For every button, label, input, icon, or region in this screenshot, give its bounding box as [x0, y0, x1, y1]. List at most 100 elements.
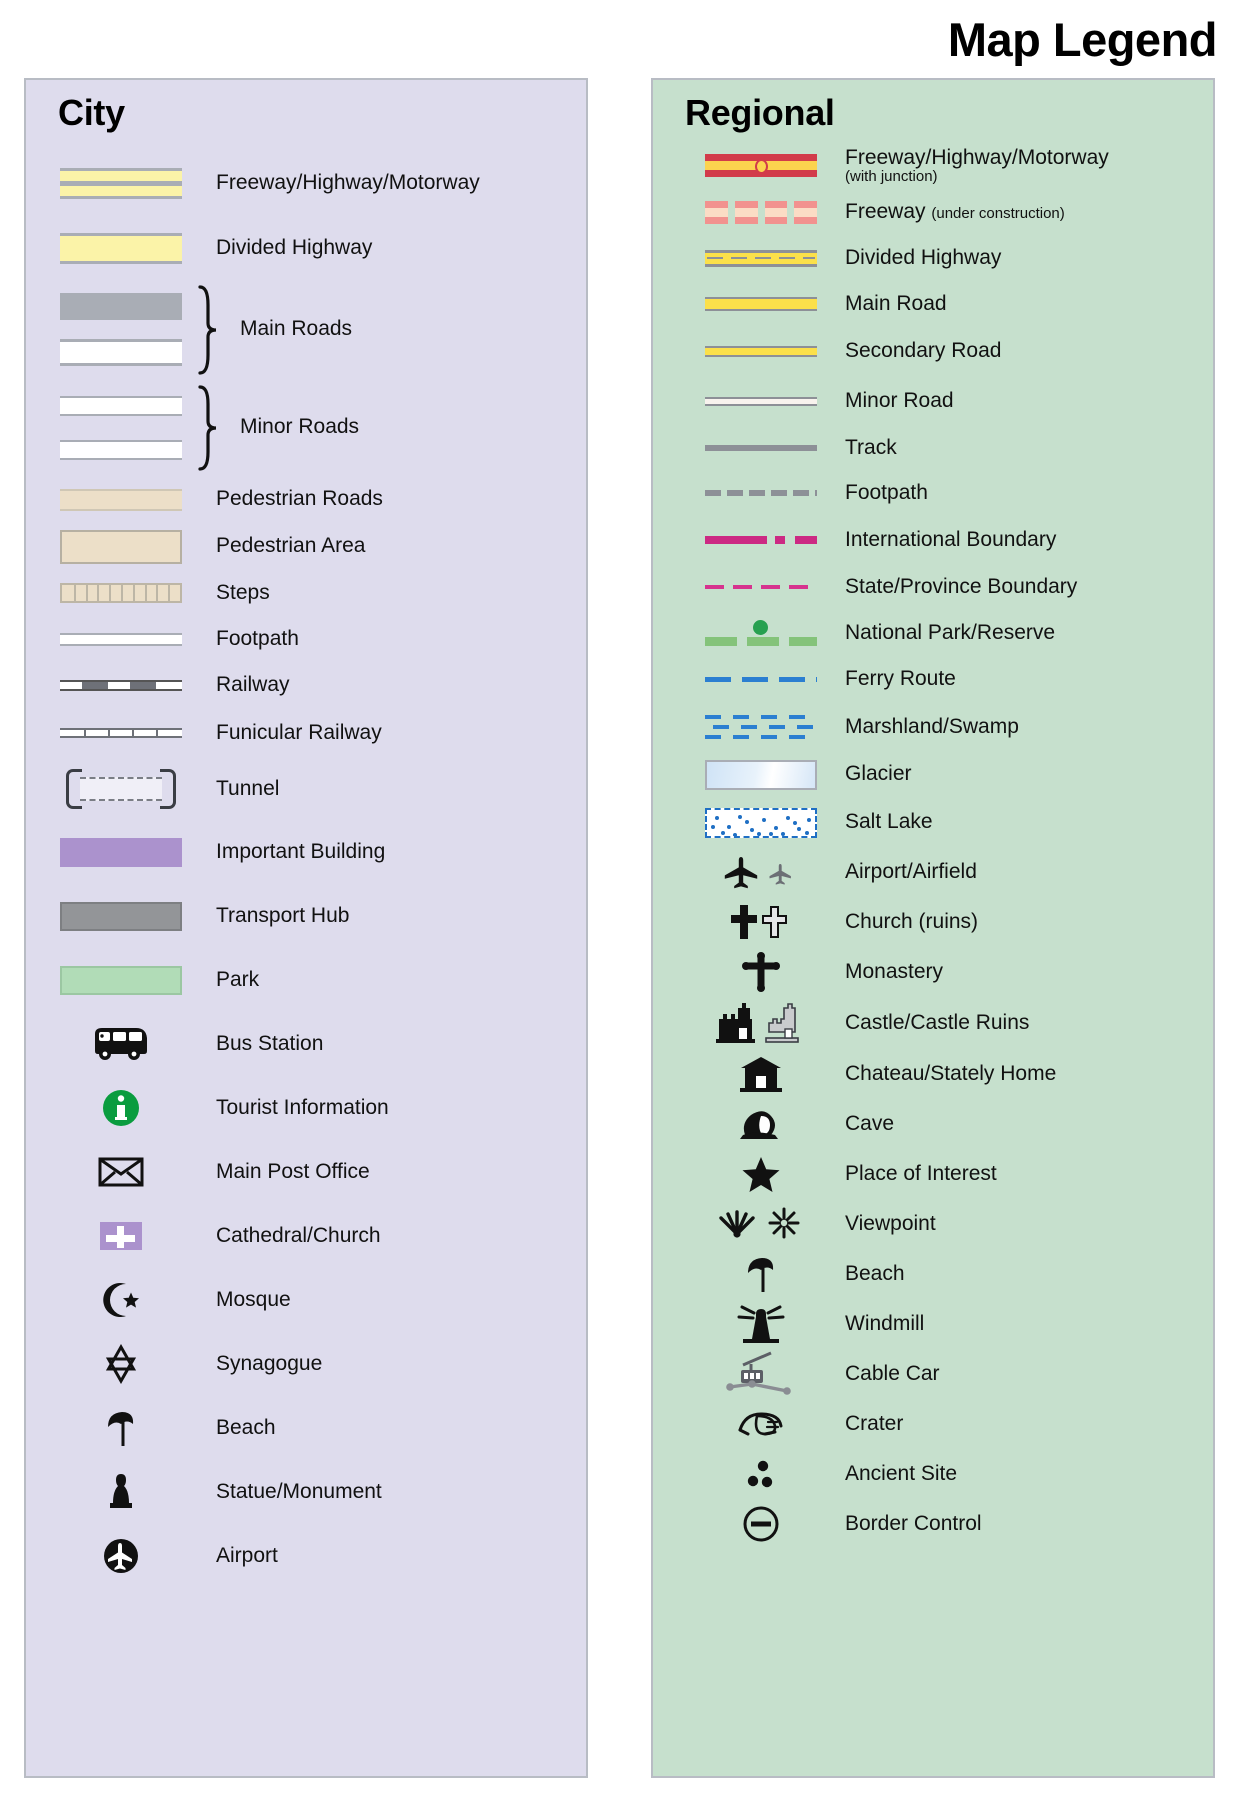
legend-row[interactable]: Important Building — [26, 820, 586, 884]
legend-label: Castle/Castle Ruins — [845, 1010, 1030, 1034]
legend-row[interactable]: Castle/Castle Ruins — [653, 997, 1213, 1049]
legend-label: Cable Car — [845, 1361, 940, 1385]
legend-label: Pedestrian Area — [216, 534, 366, 558]
city-pedestrian-road-symbol — [46, 488, 196, 511]
legend-row[interactable]: Footpath — [26, 616, 586, 662]
city-legend-panel: City Freeway/Highway/Motorway Divided Hi… — [24, 78, 588, 1778]
legend-label-text: Freeway — [845, 199, 926, 223]
legend-label: Transport Hub — [216, 903, 350, 927]
city-transport-hub-symbol — [46, 901, 196, 931]
legend-row[interactable]: Windmill — [653, 1299, 1213, 1349]
legend-row[interactable]: Salt Lake — [653, 798, 1213, 847]
legend-row[interactable]: Ferry Route — [653, 656, 1213, 703]
city-pedestrian-area-symbol — [46, 529, 196, 564]
legend-row[interactable]: Minor Roads — [26, 379, 586, 476]
legend-row[interactable]: Mosque — [26, 1268, 586, 1332]
legend-row[interactable]: Freeway (under construction) — [653, 189, 1213, 235]
legend-label: State/Province Boundary — [845, 574, 1078, 598]
legend-row[interactable]: Cave — [653, 1099, 1213, 1149]
city-important-building-symbol — [46, 837, 196, 867]
legend-label: Freeway (under construction) — [845, 199, 1065, 223]
crescent-star-icon — [46, 1280, 196, 1320]
map-legend-page: Map Legend City Freeway/Highway/Motorway… — [0, 0, 1235, 1800]
legend-row[interactable]: Minor Road — [653, 376, 1213, 426]
legend-row[interactable]: Pedestrian Area — [26, 523, 586, 570]
legend-label: Divided Highway — [845, 245, 1002, 269]
cross-pair-icon — [691, 902, 831, 942]
legend-row[interactable]: Secondary Road — [653, 327, 1213, 376]
legend-label: Viewpoint — [845, 1211, 936, 1235]
legend-row[interactable]: Railway — [26, 662, 586, 708]
bus-icon — [46, 1026, 196, 1062]
legend-row[interactable]: Glacier — [653, 751, 1213, 798]
legend-label: Chateau/Stately Home — [845, 1061, 1057, 1085]
legend-row[interactable]: National Park/Reserve — [653, 610, 1213, 656]
regional-salt-lake-symbol — [691, 807, 831, 838]
legend-row[interactable]: Tunnel — [26, 758, 586, 820]
beach-umbrella-icon — [691, 1254, 831, 1294]
legend-row[interactable]: Synagogue — [26, 1332, 586, 1396]
legend-label: Crater — [845, 1411, 904, 1435]
cable-car-icon — [691, 1351, 831, 1397]
legend-label: Tunnel — [216, 776, 280, 800]
legend-label: Border Control — [845, 1511, 982, 1535]
legend-row[interactable]: Cable Car — [653, 1349, 1213, 1399]
legend-row[interactable]: Main Roads — [26, 280, 586, 379]
legend-label: Main Post Office — [216, 1159, 370, 1183]
legend-label: Church (ruins) — [845, 909, 979, 933]
legend-row[interactable]: Main Post Office — [26, 1140, 586, 1204]
legend-row[interactable]: Tourist Information — [26, 1076, 586, 1140]
legend-row[interactable]: Freeway/Highway/Motorway — [26, 150, 586, 216]
legend-label: Steps — [216, 580, 270, 604]
city-main-roads-symbol — [46, 293, 196, 366]
legend-row[interactable]: Cathedral/Church — [26, 1204, 586, 1268]
legend-row[interactable]: Footpath — [653, 470, 1213, 516]
legend-label: Synagogue — [216, 1351, 323, 1375]
legend-row[interactable]: Church (ruins) — [653, 897, 1213, 947]
legend-label: Main Road — [845, 291, 947, 315]
legend-row[interactable]: Divided Highway — [26, 216, 586, 280]
legend-row[interactable]: Pedestrian Roads — [26, 476, 586, 523]
legend-label: Cathedral/Church — [216, 1223, 381, 1247]
legend-row[interactable]: Place of Interest — [653, 1149, 1213, 1199]
legend-row[interactable]: Bus Station — [26, 1012, 586, 1076]
legend-label: Railway — [216, 672, 290, 696]
legend-row[interactable]: International Boundary — [653, 516, 1213, 564]
legend-row[interactable]: State/Province Boundary — [653, 564, 1213, 610]
legend-row[interactable]: Beach — [26, 1396, 586, 1460]
regional-legend-panel: Regional Freeway/Highway/Motorway (with … — [651, 78, 1215, 1778]
legend-row[interactable]: Funicular Railway — [26, 708, 586, 758]
legend-row[interactable]: Chateau/Stately Home — [653, 1049, 1213, 1099]
legend-row[interactable]: Main Road — [653, 281, 1213, 327]
legend-row[interactable]: Divided Highway — [653, 235, 1213, 281]
ancient-site-icon — [691, 1457, 831, 1491]
legend-row[interactable]: Track — [653, 426, 1213, 470]
legend-row[interactable]: Freeway/Highway/Motorway (with junction) — [653, 142, 1213, 189]
legend-row[interactable]: Viewpoint — [653, 1199, 1213, 1249]
legend-row[interactable]: Border Control — [653, 1499, 1213, 1549]
regional-track-symbol — [691, 445, 831, 451]
legend-row[interactable]: Transport Hub — [26, 884, 586, 948]
page-title: Map Legend — [947, 13, 1218, 66]
brace-icon — [198, 379, 220, 476]
legend-row[interactable]: Park — [26, 948, 586, 1012]
legend-row[interactable]: Monastery — [653, 947, 1213, 997]
legend-row[interactable]: Beach — [653, 1249, 1213, 1299]
legend-row[interactable]: Ancient Site — [653, 1449, 1213, 1499]
legend-label: Footpath — [216, 626, 299, 650]
regional-state-boundary-symbol — [691, 585, 831, 589]
regional-panel-heading: Regional — [685, 92, 835, 133]
legend-label: Airport — [216, 1543, 278, 1567]
regional-secondary-road-symbol — [691, 346, 831, 357]
legend-row[interactable]: Airport/Airfield — [653, 847, 1213, 897]
legend-row[interactable]: Crater — [653, 1399, 1213, 1449]
regional-glacier-symbol — [691, 759, 831, 790]
legend-row[interactable]: Statue/Monument — [26, 1460, 586, 1524]
city-freeway-symbol — [46, 167, 196, 199]
legend-row[interactable]: Steps — [26, 570, 586, 616]
legend-row[interactable]: Airport — [26, 1524, 586, 1588]
information-icon — [46, 1088, 196, 1128]
legend-label: Minor Roads — [240, 415, 360, 439]
legend-label: Pedestrian Roads — [216, 487, 383, 511]
legend-row[interactable]: Marshland/Swamp — [653, 703, 1213, 751]
